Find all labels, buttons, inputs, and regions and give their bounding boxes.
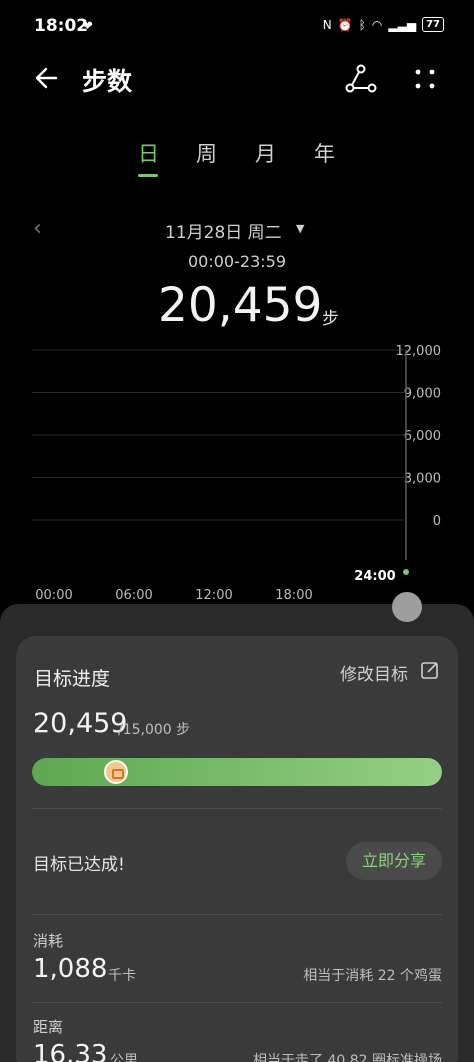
tab-week[interactable]: 周 xyxy=(196,138,217,168)
steps-chart[interactable]: 12,000 9,000 6,000 3,000 0 00:00 06:00 12:00 18:… xyxy=(0,340,474,610)
y-tick-label: 6,000 xyxy=(404,429,441,444)
cursor-dot xyxy=(403,569,409,575)
calories-note: 相当于消耗 22 个鸡蛋 xyxy=(303,968,442,984)
previous-day-icon[interactable]: ‹ xyxy=(33,216,42,241)
app-bar: 步数 xyxy=(0,52,474,108)
date-label[interactable]: 11月28日 周二 xyxy=(165,218,282,243)
goal-title: 目标进度 xyxy=(34,668,111,690)
goal-target-value: /15,000 步 xyxy=(118,722,191,738)
more-icon[interactable] xyxy=(410,64,440,94)
status-time: 18:02 xyxy=(34,16,89,36)
share-icon[interactable] xyxy=(344,62,378,96)
y-tick-label: 12,000 xyxy=(396,344,442,359)
x-tick-label: 18:00 xyxy=(275,588,312,603)
distance-note: 相当于走了 40.82 圈标准操场 xyxy=(253,1053,442,1062)
calories-value: 1,088 xyxy=(33,954,108,984)
tab-month[interactable]: 月 xyxy=(255,138,276,168)
x-tick-label: 06:00 xyxy=(115,588,152,603)
goal-progress-bar xyxy=(32,758,442,786)
x-tick-label: 00:00 xyxy=(35,588,72,603)
alarm-icon: ⏰ xyxy=(337,17,353,32)
status-bar: 18:02 ❤ N ⏰ ᛒ ◠ ▂▃▅ 77 xyxy=(0,0,474,52)
distance-label: 距离 xyxy=(33,1018,64,1036)
steps-unit: 步 xyxy=(322,309,339,329)
tab-year[interactable]: 年 xyxy=(314,138,335,168)
date-selector: ‹ 11月28日 周二 ▼ xyxy=(0,214,474,244)
caret-down-icon[interactable]: ▼ xyxy=(296,222,304,235)
divider xyxy=(32,1002,442,1003)
goal-achieved-text: 目标已达成! xyxy=(33,855,125,875)
bluetooth-icon: ᛒ xyxy=(358,17,366,32)
status-icons: N ⏰ ᛒ ◠ ▂▃▅ 77 xyxy=(323,17,444,32)
period-tabs: 日 周 月 年 xyxy=(0,138,474,178)
wifi-icon: ◠ xyxy=(371,17,383,32)
tab-day[interactable]: 日 xyxy=(138,138,159,168)
distance-value: 16.33 xyxy=(33,1040,108,1062)
signal-icon: ▂▃▅ xyxy=(388,17,417,32)
share-now-button[interactable]: 立即分享 xyxy=(346,842,442,880)
chart-scrubber-handle[interactable] xyxy=(392,592,422,622)
nfc-icon: N xyxy=(322,17,332,32)
y-tick-label: 9,000 xyxy=(404,387,441,402)
edit-icon[interactable] xyxy=(420,660,440,680)
x-tick-label: 12:00 xyxy=(195,588,232,603)
tab-indicator xyxy=(138,174,158,177)
battery-indicator: 77 xyxy=(422,17,444,32)
y-tick-label: 3,000 xyxy=(404,472,441,487)
goal-progress-fill xyxy=(32,758,442,786)
goal-current-value: 20,459 xyxy=(33,708,128,739)
time-range: 00:00-23:59 xyxy=(188,252,286,271)
back-arrow-icon[interactable] xyxy=(30,60,66,96)
divider xyxy=(32,808,442,809)
page-title: 步数 xyxy=(82,67,133,96)
calories-unit: 千卡 xyxy=(108,968,136,984)
calories-label: 消耗 xyxy=(33,932,64,950)
distance-unit: 公里 xyxy=(110,1053,138,1062)
x-end-label: 24:00 xyxy=(354,569,395,584)
goal-marker-icon xyxy=(104,760,128,784)
heart-icon: ❤ xyxy=(82,19,93,34)
divider xyxy=(32,914,442,915)
steps-total: 20,459 xyxy=(158,278,323,333)
edit-goal-button[interactable]: 修改目标 xyxy=(340,660,408,685)
y-tick-label: 0 xyxy=(433,514,441,529)
